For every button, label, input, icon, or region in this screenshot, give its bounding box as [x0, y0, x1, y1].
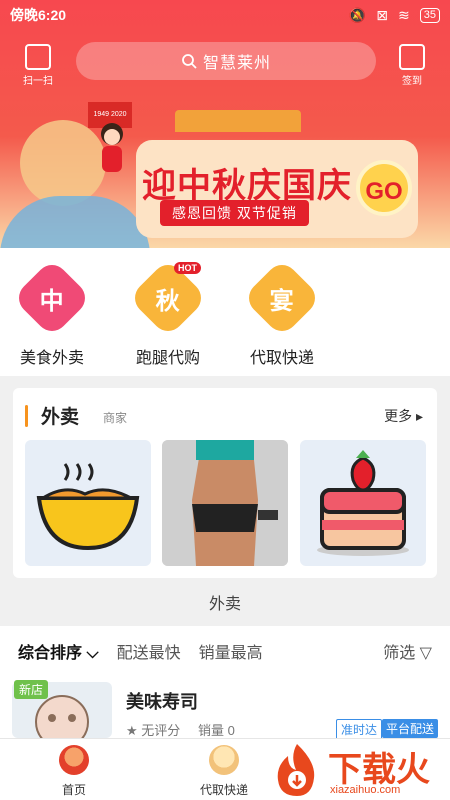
category-row: 中 美食外卖 秋 HOT 跑腿代购 宴 代取快递 — [0, 248, 450, 376]
flame-logo-icon — [277, 744, 315, 796]
takeout-card: 外卖 商家 更多 ▸ — [13, 388, 437, 578]
title-accent-bar — [25, 405, 28, 427]
hill-graphic — [0, 196, 150, 248]
filter-button[interactable]: 筛选 ▽ — [383, 639, 432, 663]
signin-label: 签到 — [402, 76, 422, 87]
nav-express-pickup[interactable]: 代取快递 — [184, 745, 264, 798]
category-label: 代取快递 — [249, 350, 314, 367]
express-pickup-icon — [209, 745, 239, 775]
promo-subline: 感恩回馈 双节促销 — [160, 200, 309, 226]
scan-label: 扫一扫 — [23, 76, 53, 87]
calendar-icon — [399, 44, 425, 70]
girl-illustration — [101, 123, 123, 172]
noodle-bowl-icon — [36, 463, 140, 551]
card-title: 外卖 — [41, 407, 80, 428]
takeout-section: 外卖 商家 更多 ▸ 外卖 — [0, 376, 450, 626]
shop-name: 美味寿司 — [126, 692, 198, 712]
sort-comprehensive[interactable]: 综合排序 ⌵ — [18, 639, 99, 663]
thumb-noodle-bowl[interactable] — [25, 440, 151, 566]
palace-graphic — [175, 110, 301, 132]
scan-button[interactable]: 扫一扫 — [20, 44, 56, 87]
signin-button[interactable]: 签到 — [394, 44, 430, 87]
food-delivery-icon: 中 — [12, 258, 92, 338]
go-button[interactable]: GO — [356, 160, 412, 216]
section-caption: 外卖 — [208, 596, 241, 613]
hot-badge: HOT — [174, 262, 201, 274]
watermark: 下载火 xiazaihuo.com — [270, 740, 450, 800]
home-icon — [59, 745, 89, 775]
nav-home[interactable]: 首页 — [34, 745, 114, 798]
battery-icon: 35 — [419, 7, 440, 23]
express-pickup-icon: 宴 — [242, 258, 322, 338]
sim-icon: ⊠ — [376, 6, 389, 23]
header-banner: 1949 2020 扫一扫 智慧莱州 签到 迎中秋庆国庆 感恩回馈 双节促销 G… — [0, 0, 450, 248]
scan-icon — [25, 44, 51, 70]
search-placeholder: 智慧莱州 — [202, 55, 271, 72]
category-label: 美食外卖 — [19, 350, 84, 367]
cake-icon — [317, 450, 409, 556]
search-input[interactable]: 智慧莱州 — [76, 42, 376, 80]
more-link[interactable]: 更多 ▸ — [384, 406, 423, 426]
shop-rating: ★ 无评分 — [126, 723, 181, 738]
thumb-cake[interactable] — [300, 440, 426, 566]
platform-delivery-tag: 平台配送 — [382, 719, 439, 738]
mute-icon: 🔕 — [348, 6, 367, 23]
fitness-photo-image — [162, 440, 288, 566]
sort-top-sales[interactable]: 销量最高 — [199, 639, 263, 663]
shop-list-item[interactable]: 新店 美味寿司 ★ 无评分 销量 0 准时达 平台配送 — [0, 676, 450, 740]
category-errand[interactable]: 秋 HOT 跑腿代购 — [128, 258, 208, 368]
category-express-pickup[interactable]: 宴 代取快递 — [242, 258, 322, 368]
status-time: 傍晚6:20 — [10, 7, 67, 23]
nav-home-label: 首页 — [61, 783, 86, 797]
category-label: 跑腿代购 — [135, 350, 200, 367]
wifi-icon: ≋ — [398, 6, 410, 23]
card-subtitle: 商家 — [103, 411, 128, 425]
category-food-delivery[interactable]: 中 美食外卖 — [12, 258, 92, 368]
on-time-tag: 准时达 — [336, 719, 383, 740]
thumb-fitness-photo[interactable] — [162, 440, 288, 566]
status-bar: 傍晚6:20 🔕 ⊠ ≋ 35 — [0, 0, 450, 30]
watermark-url: xiazaihuo.com — [330, 784, 401, 796]
sort-fastest-delivery[interactable]: 配送最快 — [117, 639, 181, 663]
nav-express-label: 代取快递 — [199, 783, 248, 797]
search-icon — [182, 54, 197, 69]
shop-sales: 销量 0 — [198, 723, 235, 738]
new-shop-badge: 新店 — [14, 680, 49, 699]
sort-bar: 综合排序 ⌵ 配送最快 销量最高 筛选 ▽ — [0, 626, 450, 676]
